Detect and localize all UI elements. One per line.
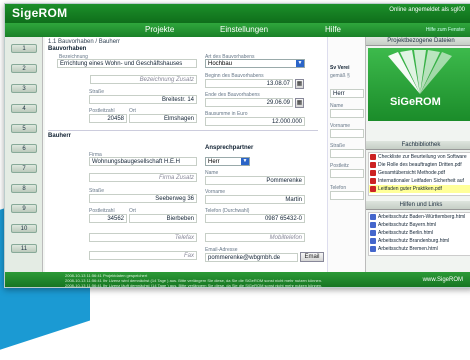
nav-step-6[interactable]: 6 [11,144,37,153]
sv-anrede-field[interactable]: Herr [330,89,364,98]
step-navigation: 1 2 3 4 5 6 7 8 9 10 11 [5,37,43,272]
sv-strasse-field[interactable] [330,149,364,158]
list-item[interactable]: Checkliste zur Beurteilung von Software [369,153,470,161]
nav-step-9[interactable]: 9 [11,204,37,213]
login-status: Online angemeldet als sgl00 [389,7,465,13]
web-link-icon [370,246,376,252]
list-item[interactable]: Arbeitsschutz Bremen.html [369,245,470,253]
menu-projekte[interactable]: Projekte [145,25,174,34]
sigerom-logo: SiGeROM [368,48,470,121]
breadcrumb: 1.1 Bauvorhaben / Bauherr [48,39,121,45]
sv-subtitle: gemäß § [330,73,350,79]
links-list: Arbeitsschutz Baden-Württemberg.html Arb… [368,212,470,256]
mobil-field[interactable]: Mobiltelefon [205,233,305,242]
list-item[interactable]: Arbeitsschutz Baden-Württemberg.html [369,213,470,221]
list-item[interactable]: Leitfaden guter Praktiken.pdf [369,185,470,193]
list-item[interactable]: Die Rolle des beauftragten Dritten.pdf [369,161,470,169]
web-link-icon [370,230,376,236]
nav-step-3[interactable]: 3 [11,84,37,93]
ort-field[interactable]: Elmshagen [129,114,197,123]
pdf-icon [370,170,376,176]
pdf-icon [370,178,376,184]
telefax-field[interactable]: Telefax [89,233,197,242]
sv-vorname-field[interactable] [330,129,364,138]
bauherr-ort-field[interactable]: Bierbeben [129,214,197,223]
calendar-icon[interactable]: ▦ [295,79,304,89]
sv-telefon-field[interactable] [330,191,364,200]
fachbibliothek-list: Checkliste zur Beurteilung von Software … [368,152,470,196]
window-help-link[interactable]: Hilfe zum Fenster [426,27,465,33]
side-panel: Projektbezogene Dateien SiGeROM Fachbibl… [365,37,470,272]
chevron-down-icon: ▼ [241,158,249,165]
logo-text: SiGeROM [390,96,441,108]
fachbibliothek-header[interactable]: Fachbibliothek [366,141,470,150]
list-item[interactable]: Arbeitsschutz Berlin.html [369,229,470,237]
web-link-icon [370,238,376,244]
strasse-field[interactable]: Breitestr. 14 [89,95,197,104]
section-bauvorhaben: Bauvorhaben [48,46,87,52]
beginn-field[interactable]: 13.08.07 [205,79,293,88]
nav-step-4[interactable]: 4 [11,104,37,113]
nav-step-10[interactable]: 10 [11,224,37,233]
sv-name-field[interactable] [330,109,364,118]
menu-hilfe[interactable]: Hilfe [325,25,341,34]
web-link-icon [370,214,376,220]
pdf-icon [370,162,376,168]
calendar-icon[interactable]: ▦ [295,98,304,108]
vorname-field[interactable]: Martin [205,195,305,204]
art-select[interactable]: Hochbau ▼ [205,59,305,68]
list-item[interactable]: Internationaler Leitfaden Sicherheit auf [369,177,470,185]
status-line: 2008-10-13 11:56:41 Ihr Lizenz läuft dem… [65,283,323,288]
bausumme-field[interactable]: 12.000.000 [205,117,305,126]
list-item[interactable]: Arbeitsschutz Bayern.html [369,221,470,229]
app-title: SigeROM [12,6,68,20]
list-item[interactable]: Arbeitsschutz Brandenburg.html [369,237,470,245]
firma-field[interactable]: Wohnungsbaugesellschaft H.E.H [89,157,197,166]
nav-step-5[interactable]: 5 [11,124,37,133]
bezeichnung-zusatz-field[interactable]: Bezeichnung Zusatz [90,75,197,84]
sv-panel: Sv Verei gemäß § Herr Name Vorname Straß… [327,37,365,272]
plz-field[interactable]: 20458 [89,114,127,123]
pdf-icon [370,154,376,160]
bezeichnung-field[interactable]: Errichtung eines Wohn- und Geschäftshaus… [57,59,197,68]
status-bar: 2008-10-13 11:56:41 Projektdaten gespeic… [5,272,470,288]
anrede-select[interactable]: Herr ▼ [205,157,250,166]
email-field[interactable]: pommerenke@wbgmbh.de [205,253,298,262]
links-header[interactable]: Hilfen und Links [366,201,470,210]
nav-step-11[interactable]: 11 [11,244,37,253]
main-form: 1.1 Bauvorhaben / Bauherr Bauvorhaben Be… [45,37,327,272]
chevron-down-icon: ▼ [296,60,304,67]
title-bar: SigeROM Online angemeldet als sgl00 [5,4,470,23]
menu-einstellungen[interactable]: Einstellungen [220,25,268,34]
sv-title: Sv Verei [330,65,350,71]
divider [48,130,318,131]
section-bauherr: Bauherr [48,133,72,139]
firma-zusatz-field[interactable]: Firma Zusatz [89,173,197,182]
pdf-icon [370,186,376,192]
menu-bar: Projekte Einstellungen Hilfe Hilfe zum F… [5,23,470,37]
telefon-field[interactable]: 0987 65432-0 [205,214,305,223]
sv-plz-field[interactable] [330,169,364,178]
dateien-header[interactable]: Projektbezogene Dateien [366,37,470,46]
nav-step-1[interactable]: 1 [11,44,37,53]
bauherr-strasse-field[interactable]: Seeberweg 36 [89,194,197,203]
fax-field[interactable]: Fax [89,251,197,260]
name-field[interactable]: Pommerenke [205,176,305,185]
email-button[interactable]: Email [300,252,324,262]
logo-fan-icon [388,50,452,94]
bauherr-plz-field[interactable]: 34562 [89,214,127,223]
nav-step-7[interactable]: 7 [11,164,37,173]
section-ansprechpartner: Ansprechpartner [205,145,254,151]
nav-step-8[interactable]: 8 [11,184,37,193]
brand-url: www.SigeROM [422,277,463,283]
web-link-icon [370,222,376,228]
app-window: SigeROM Online angemeldet als sgl00 Proj… [4,3,470,288]
list-item[interactable]: Gesamtübersicht Methode.pdf [369,169,470,177]
nav-step-2[interactable]: 2 [11,64,37,73]
ende-field[interactable]: 29.06.09 [205,98,293,107]
